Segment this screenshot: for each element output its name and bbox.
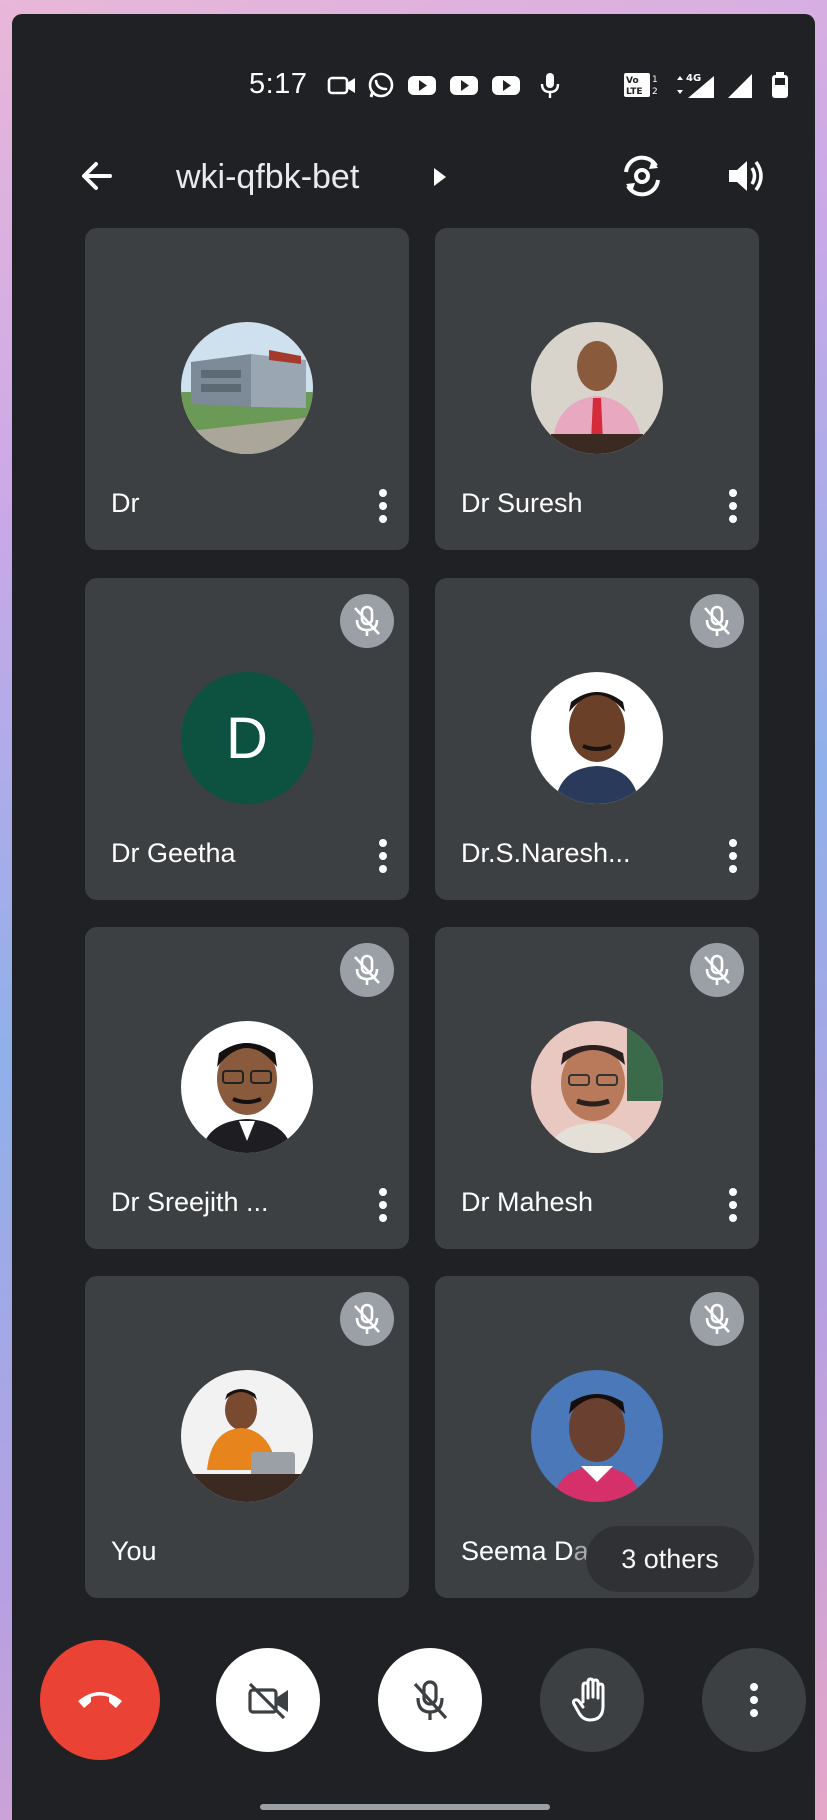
whatsapp-icon bbox=[368, 72, 394, 98]
participant-photo bbox=[531, 672, 663, 804]
arrow-back-icon bbox=[82, 162, 112, 190]
muted-indicator bbox=[690, 594, 744, 648]
avatar-initial: D bbox=[226, 705, 268, 771]
youtube-icon bbox=[450, 76, 478, 95]
mic-off-icon bbox=[354, 1303, 380, 1334]
participant-tile[interactable]: Dr.S.Naresh... bbox=[435, 578, 759, 900]
mic-off-icon bbox=[704, 1303, 730, 1334]
muted-indicator bbox=[340, 943, 394, 997]
signal-icon bbox=[728, 74, 752, 98]
more-vert-icon bbox=[750, 1683, 758, 1717]
more-vert-icon bbox=[729, 839, 737, 873]
youtube-icon bbox=[492, 76, 520, 95]
volume-up-icon bbox=[729, 160, 763, 192]
home-indicator[interactable] bbox=[260, 1804, 550, 1810]
data-4g-icon: 4G bbox=[677, 73, 714, 98]
participant-options-button[interactable] bbox=[721, 1185, 745, 1225]
meet-screen: 5:17 Vo LTE 1 2 4G wki-qfbk-bet Dr Dr Su… bbox=[12, 14, 815, 1820]
more-vert-icon bbox=[379, 1188, 387, 1222]
participant-photo bbox=[531, 1021, 663, 1153]
svg-text:LTE: LTE bbox=[626, 87, 643, 97]
more-vert-icon bbox=[379, 489, 387, 523]
participant-initial-avatar: D bbox=[181, 672, 313, 804]
participant-tile-self[interactable]: You bbox=[85, 1276, 409, 1598]
participant-photo bbox=[531, 322, 663, 454]
status-time: 5:17 bbox=[249, 68, 308, 100]
caret-right-icon[interactable] bbox=[432, 166, 448, 188]
camera-toggle-button[interactable] bbox=[216, 1648, 320, 1752]
youtube-icon bbox=[408, 76, 436, 95]
participant-tile[interactable]: Dr Suresh bbox=[435, 228, 759, 550]
muted-indicator bbox=[690, 943, 744, 997]
participant-name: Dr bbox=[111, 488, 140, 518]
mic-off-icon bbox=[354, 605, 380, 636]
participant-name: You bbox=[111, 1536, 157, 1566]
others-count-chip[interactable]: 3 others bbox=[586, 1526, 754, 1592]
mic-off-icon bbox=[704, 954, 730, 985]
participant-tile[interactable]: Dr Mahesh bbox=[435, 927, 759, 1249]
more-vert-icon bbox=[729, 1188, 737, 1222]
mic-icon bbox=[540, 73, 560, 98]
participant-photo bbox=[181, 1370, 313, 1502]
raise-hand-icon bbox=[571, 1677, 605, 1722]
svg-text:2: 2 bbox=[652, 87, 658, 97]
more-vert-icon bbox=[729, 489, 737, 523]
participant-tile[interactable]: D Dr Geetha bbox=[85, 578, 409, 900]
microphone-toggle-button[interactable] bbox=[378, 1648, 482, 1752]
video-off-icon bbox=[248, 1682, 288, 1720]
participant-name: Dr Suresh bbox=[461, 488, 583, 518]
participant-tile[interactable]: Dr bbox=[85, 228, 409, 550]
audio-output-button[interactable] bbox=[715, 146, 775, 206]
back-button[interactable] bbox=[67, 146, 127, 206]
svg-text:Vo: Vo bbox=[626, 76, 639, 86]
svg-text:1: 1 bbox=[652, 75, 658, 85]
participant-name: Dr Mahesh bbox=[461, 1187, 594, 1217]
mic-off-icon bbox=[413, 1680, 448, 1720]
end-call-button[interactable] bbox=[40, 1640, 160, 1760]
status-bar: 5:17 Vo LTE 1 2 4G bbox=[12, 56, 815, 116]
participant-photo bbox=[531, 1370, 663, 1502]
participant-options-button[interactable] bbox=[371, 836, 395, 876]
participant-options-button[interactable] bbox=[371, 486, 395, 526]
muted-indicator bbox=[340, 594, 394, 648]
participant-options-button[interactable] bbox=[721, 486, 745, 526]
mic-off-icon bbox=[354, 954, 380, 985]
volte-icon: Vo LTE 1 2 bbox=[624, 73, 658, 97]
switch-camera-icon bbox=[624, 155, 660, 197]
participant-tile[interactable]: Dr Sreejith ... bbox=[85, 927, 409, 1249]
muted-indicator bbox=[690, 1292, 744, 1346]
participant-photo bbox=[181, 1021, 313, 1153]
meeting-header: wki-qfbk-bet bbox=[12, 144, 815, 214]
battery-icon bbox=[772, 72, 788, 98]
mic-off-icon bbox=[704, 605, 730, 636]
meeting-code[interactable]: wki-qfbk-bet bbox=[176, 158, 359, 197]
svg-text:4G: 4G bbox=[686, 73, 701, 84]
participant-name: Seema Da bbox=[461, 1536, 589, 1566]
muted-indicator bbox=[340, 1292, 394, 1346]
switch-camera-button[interactable] bbox=[612, 146, 672, 206]
participant-name: Dr.S.Naresh... bbox=[461, 838, 631, 868]
participant-name: Dr Sreejith ... bbox=[111, 1187, 269, 1217]
end-call-icon bbox=[78, 1692, 122, 1708]
raise-hand-button[interactable] bbox=[540, 1648, 644, 1752]
participant-name: Dr Geetha bbox=[111, 838, 236, 868]
more-vert-icon bbox=[379, 839, 387, 873]
video-icon bbox=[327, 76, 355, 95]
participant-options-button[interactable] bbox=[721, 836, 745, 876]
participant-options-button[interactable] bbox=[371, 1185, 395, 1225]
more-options-button[interactable] bbox=[702, 1648, 806, 1752]
participant-photo bbox=[181, 322, 313, 454]
